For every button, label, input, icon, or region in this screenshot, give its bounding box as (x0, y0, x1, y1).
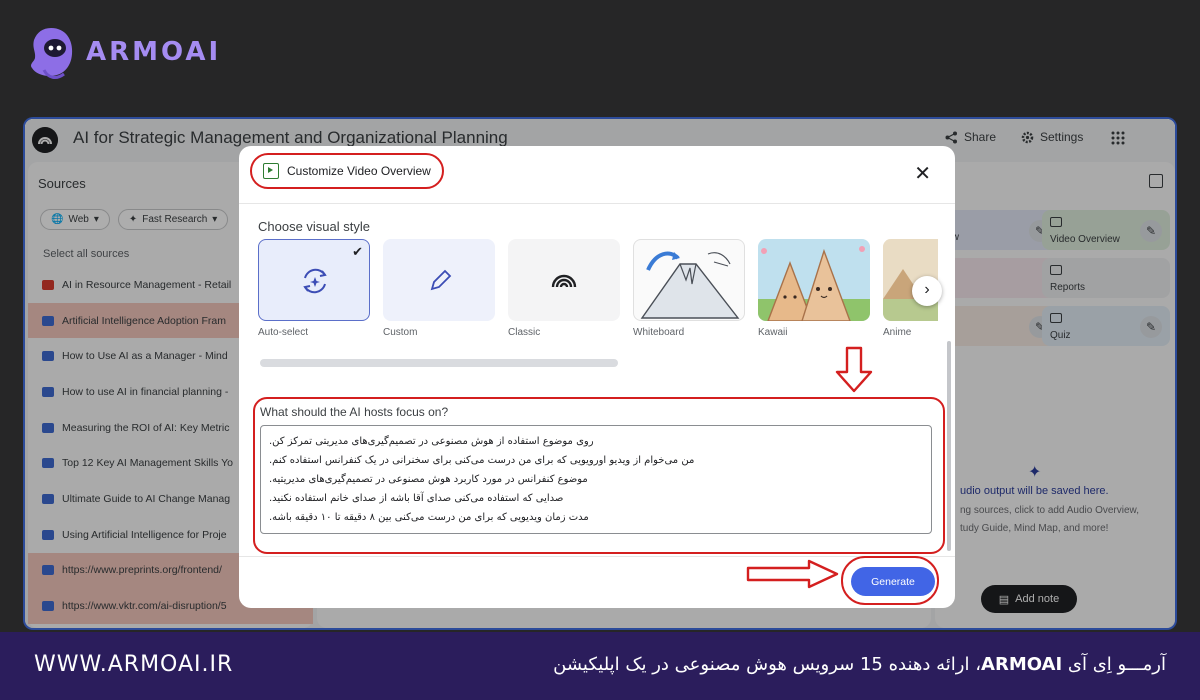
tagline-brand: ARMOAI (981, 654, 1063, 675)
dialog-title-highlight: Customize Video Overview (250, 153, 444, 189)
style-name: Classic (508, 327, 541, 338)
customize-video-dialog: Customize Video Overview ✕ Choose visual… (239, 146, 955, 608)
kawaii-mountains-illustration (758, 246, 870, 321)
style-option-classic[interactable]: Classic (508, 239, 620, 338)
style-name: Kawaii (758, 327, 788, 338)
notebook-app: AI for Strategic Management and Organiza… (25, 119, 1175, 628)
style-thumbnail (758, 239, 870, 321)
focus-prompt-line: روی موضوع استفاده از هوش مصنوعی در تصمیم… (269, 436, 594, 447)
visual-style-carousel: ✔ Auto-select Custom Classic Whiteboard … (258, 239, 938, 349)
dialog-title: Customize Video Overview (287, 164, 431, 178)
style-thumbnail: ✔ (258, 239, 370, 321)
focus-prompt-line: موضوع کنفرانس در مورد کاربرد هوش مصنوعی … (269, 474, 588, 485)
style-name: Auto-select (258, 327, 309, 338)
check-icon: ✔ (352, 244, 363, 259)
footer-tagline: آرمـــو اِی آی ARMOAI، ارائه دهنده 15 سر… (553, 654, 1166, 675)
tagline-rest: ، ارائه دهنده 15 سرویس هوش مصنوعی در یک … (553, 654, 982, 675)
footer-url[interactable]: WWW.ARMOAI.IR (34, 652, 233, 677)
style-thumbnail (633, 239, 745, 321)
dialog-scrollbar[interactable] (947, 341, 951, 551)
visual-style-label: Choose visual style (258, 219, 370, 234)
style-thumbnail (383, 239, 495, 321)
style-thumbnail (508, 239, 620, 321)
dialog-footer-divider (239, 556, 955, 557)
pencil-icon (430, 269, 452, 291)
dialog-header: Customize Video Overview ✕ (239, 146, 955, 204)
close-icon[interactable]: ✕ (914, 161, 931, 186)
tagline-prefix: آرمـــو اِی آی (1062, 654, 1166, 675)
style-option-custom[interactable]: Custom (383, 239, 495, 338)
focus-prompt-highlight: What should the AI hosts focus on? روی م… (253, 397, 945, 554)
style-name: Whiteboard (633, 327, 685, 338)
annotation-arrow-down-icon (835, 346, 873, 393)
armoai-brand: ARMOAI (26, 24, 221, 80)
style-name: Anime (883, 327, 912, 338)
focus-prompt-textarea[interactable]: روی موضوع استفاده از هوش مصنوعی در تصمیم… (260, 425, 932, 534)
focus-prompt-label: What should the AI hosts focus on? (260, 405, 449, 419)
armoai-mascot-icon (31, 28, 73, 79)
whiteboard-volcano-illustration (640, 251, 740, 319)
style-name: Custom (383, 327, 418, 338)
carousel-scrollbar[interactable] (260, 359, 618, 367)
annotation-arrow-right-icon (746, 559, 839, 589)
notebook-waves-icon (551, 274, 577, 288)
focus-prompt-line: صدایی که استفاده می‌کنی صدای آقا باشه از… (269, 493, 564, 504)
video-overview-icon (263, 163, 279, 179)
generate-button[interactable]: Generate (851, 567, 935, 596)
style-option-whiteboard[interactable]: Whiteboard (633, 239, 745, 338)
style-option-auto-select[interactable]: ✔ Auto-select (258, 239, 370, 338)
brand-name: ARMOAI (86, 37, 222, 67)
carousel-next-button[interactable]: › (912, 276, 942, 306)
focus-prompt-line: مدت زمان ویدیویی که برای من درست می‌کنی … (269, 512, 589, 523)
screenshot-frame: AI for Strategic Management and Organiza… (23, 117, 1177, 630)
style-option-kawaii[interactable]: Kawaii (758, 239, 870, 338)
focus-prompt-line: من می‌خوام از ویدیو اورویویی که برای من … (269, 455, 695, 466)
chevron-right-icon: › (924, 281, 930, 298)
